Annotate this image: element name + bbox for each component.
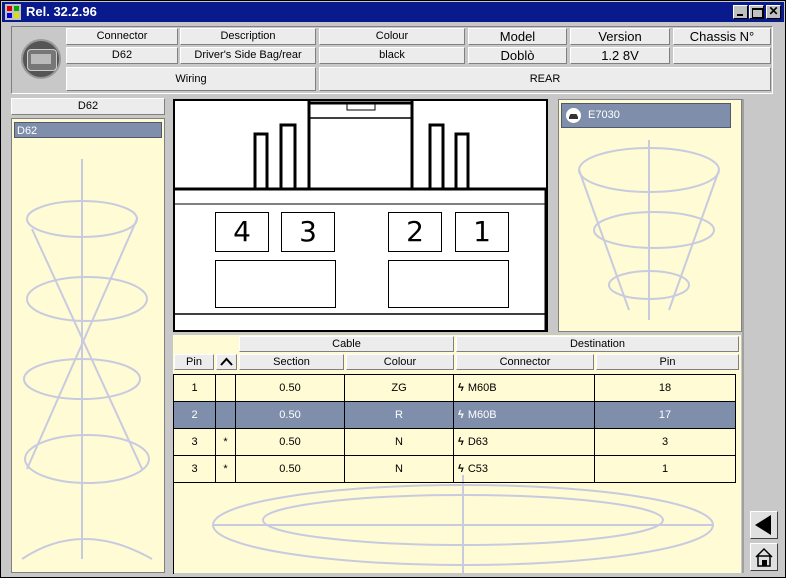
- pin-cavity: [215, 260, 336, 308]
- pin-cell: 2: [174, 402, 216, 429]
- destination-group-header: Destination: [456, 336, 739, 352]
- dest-pin-cell: 17: [595, 402, 736, 429]
- connector-cell: ϟ M60B: [454, 375, 595, 402]
- colour-label: Colour: [319, 28, 465, 45]
- description-label: Description: [180, 28, 316, 45]
- dest-pin-cell: 1: [595, 456, 736, 483]
- left-panel-header: D62: [11, 98, 165, 115]
- section-cell: 0.50: [236, 402, 345, 429]
- model-value: Doblò: [468, 47, 567, 64]
- sort-icon: [220, 357, 233, 366]
- table-row[interactable]: 1 0.50 ZG ϟ M60B 18: [1, 375, 736, 402]
- dest-pin-cell: 3: [595, 429, 736, 456]
- component-code: E7030: [588, 109, 620, 121]
- divider: [742, 99, 744, 573]
- chassis-value: [673, 47, 771, 64]
- table-top-border: [173, 374, 736, 375]
- colour-value: black: [319, 47, 465, 64]
- background-sketch: [21, 159, 153, 560]
- version-label: Version: [570, 28, 670, 45]
- colour-cell: R: [345, 402, 454, 429]
- model-label: Model: [468, 28, 567, 45]
- connector-value: D62: [66, 47, 178, 64]
- pin-cell: 3: [174, 456, 216, 483]
- colour-cell: N: [345, 429, 454, 456]
- wiring-label: Wiring: [66, 67, 316, 91]
- connector-cell: ϟ M60B: [454, 402, 595, 429]
- close-button[interactable]: ✕: [766, 4, 781, 19]
- background-sketch: [578, 140, 720, 320]
- colour-cell: ZG: [345, 375, 454, 402]
- table-row[interactable]: 2 0.50 Rϟ M60B 17: [1, 402, 736, 429]
- lightning-icon: ϟ: [458, 463, 464, 475]
- home-button[interactable]: [750, 543, 778, 571]
- lightning-icon: ϟ: [458, 409, 464, 421]
- pin-label-2: 2: [388, 212, 442, 252]
- connector-cell: ϟ C53: [454, 456, 595, 483]
- flag-cell: *: [216, 429, 236, 456]
- app-icon: [5, 4, 21, 20]
- cable-group-header: Cable: [239, 336, 454, 352]
- connector-text: M60B: [467, 382, 497, 394]
- section-cell: 0.50: [236, 429, 345, 456]
- fiat-logo: [21, 39, 61, 79]
- lightning-icon: ϟ: [458, 382, 464, 394]
- maximize-button[interactable]: [749, 5, 764, 19]
- component-item[interactable]: E7030: [561, 103, 731, 128]
- connector-text: M60B: [467, 409, 497, 421]
- chassis-label: Chassis N°: [673, 28, 771, 45]
- dest-pin-column-header[interactable]: Pin: [596, 354, 739, 370]
- table-row[interactable]: 3 * 0.50 Nϟ C53 1: [1, 456, 736, 483]
- pin-cell: 1: [174, 375, 216, 402]
- pin-label-4: 4: [215, 212, 269, 252]
- connector-text: D63: [467, 436, 489, 448]
- table-row[interactable]: 3 * 0.50 Nϟ D63 3: [1, 429, 736, 456]
- dest-pin-cell: 18: [595, 375, 736, 402]
- connector-diagram: 4 3 2 1: [173, 99, 548, 332]
- window-title: Rel. 32.2.96: [26, 4, 97, 19]
- pin-cell: 3: [174, 429, 216, 456]
- table-left-border: [173, 374, 174, 574]
- back-button[interactable]: [750, 511, 778, 539]
- colour-cell: N: [345, 456, 454, 483]
- home-icon: [755, 547, 773, 567]
- flag-cell: [216, 402, 236, 429]
- list-item[interactable]: D62: [14, 122, 162, 138]
- app-window: Rel. 32.2.96 ✕ Connector Description Col…: [0, 0, 786, 578]
- description-value: Driver's Side Bag/rear: [180, 47, 316, 64]
- back-arrow-icon: [755, 515, 771, 535]
- pin-label-3: 3: [281, 212, 335, 252]
- connector-label: Connector: [66, 28, 178, 45]
- section-cell: 0.50: [236, 375, 345, 402]
- lightning-icon: ϟ: [458, 436, 464, 448]
- component-panel: E7030: [558, 99, 742, 332]
- pin-cavity: [388, 260, 509, 308]
- wiring-value: REAR: [319, 67, 771, 91]
- section-cell: 0.50: [236, 456, 345, 483]
- pin-column-header[interactable]: Pin: [174, 354, 214, 370]
- car-icon: [566, 108, 581, 123]
- title-bar[interactable]: Rel. 32.2.96 ✕: [2, 2, 784, 22]
- flag-cell: *: [216, 456, 236, 483]
- section-column-header[interactable]: Section: [239, 354, 344, 370]
- colour-column-header[interactable]: Colour: [346, 354, 454, 370]
- version-value: 1.2 8V: [570, 47, 670, 64]
- connector-list[interactable]: D62: [11, 118, 165, 573]
- connector-cell: ϟ D63: [454, 429, 595, 456]
- sort-column-header[interactable]: [216, 354, 237, 370]
- connector-text: C53: [467, 463, 489, 475]
- flag-cell: [216, 375, 236, 402]
- connector-column-header[interactable]: Connector: [456, 354, 594, 370]
- pin-label-1: 1: [455, 212, 509, 252]
- minimize-button[interactable]: [733, 5, 748, 19]
